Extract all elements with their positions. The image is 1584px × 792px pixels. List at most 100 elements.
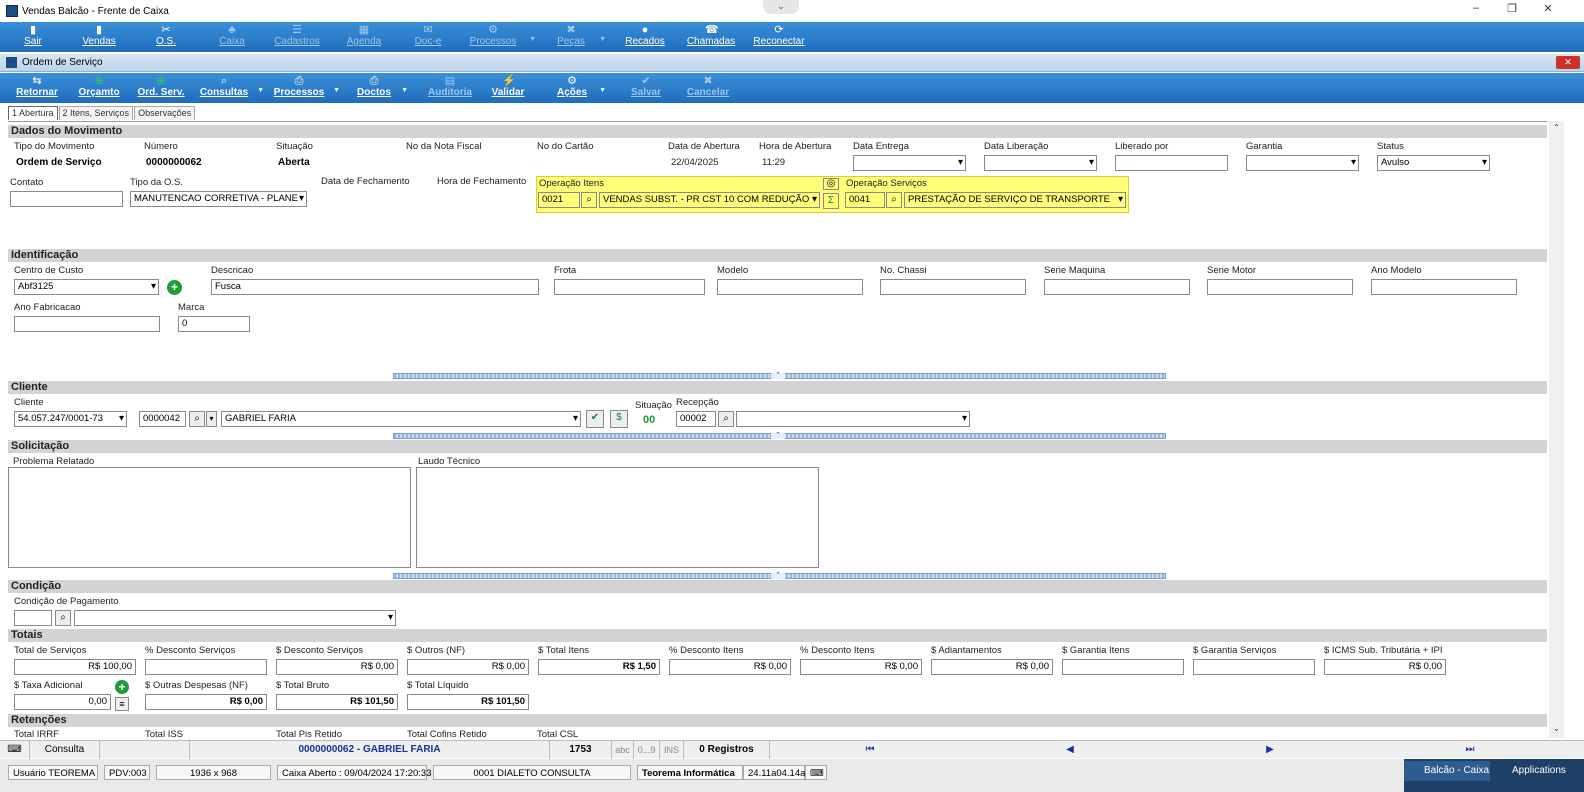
taxa-list-icon[interactable]: ≡ bbox=[115, 697, 129, 711]
recepcao-code-field[interactable]: 00002 bbox=[676, 411, 716, 427]
recepcao-search-icon[interactable]: ⌕ bbox=[718, 411, 734, 427]
vertical-scrollbar[interactable]: ⌃ ⌄ bbox=[1549, 121, 1564, 738]
main-reconectar-button[interactable]: ⟳ Reconectar bbox=[746, 22, 812, 52]
collapse-up-icon[interactable]: ⌃ bbox=[771, 372, 785, 379]
condicao-code-field[interactable] bbox=[14, 610, 52, 626]
subwindow-close-icon[interactable]: ✕ bbox=[1556, 56, 1580, 69]
taxa-adicional-field[interactable]: 0,00 bbox=[14, 694, 111, 710]
operacao-itens-code[interactable]: 0021 bbox=[538, 192, 580, 208]
last-record-icon[interactable]: ⏭ bbox=[1370, 741, 1570, 759]
cliente-dropdown-icon[interactable]: ▾ bbox=[206, 411, 217, 427]
operacao-settings-icon[interactable]: ◎ bbox=[823, 178, 839, 190]
main-vendas-button[interactable]: ▮ Vendas bbox=[75, 22, 123, 52]
frota-field[interactable] bbox=[554, 279, 705, 295]
totais-field-value[interactable] bbox=[145, 659, 267, 675]
tab-itens-servicos[interactable]: 2 Itens, Serviços bbox=[58, 106, 134, 120]
os-salvar-button[interactable]: ✔ Salvar bbox=[626, 73, 666, 103]
task-applications[interactable]: Applications bbox=[1492, 761, 1582, 781]
os-aç-es-button[interactable]: ⚙ Ações ▼ bbox=[552, 73, 606, 103]
centro-custo-select[interactable]: Abf3125 bbox=[14, 279, 159, 295]
liberado-por-field[interactable] bbox=[1115, 155, 1228, 171]
totais-field-value[interactable]: R$ 0,00 bbox=[931, 659, 1053, 675]
add-centro-custo-icon[interactable]: + bbox=[167, 280, 182, 295]
cliente-check-icon[interactable]: ✔ bbox=[586, 410, 604, 428]
dropdown-arrow-icon[interactable]: ▼ bbox=[599, 87, 606, 94]
chassi-field[interactable] bbox=[880, 279, 1026, 295]
condicao-select[interactable] bbox=[74, 610, 396, 626]
totais-field-value[interactable]: R$ 100,00 bbox=[14, 659, 136, 675]
os-orçamto-button[interactable]: ⊕ Orçamto bbox=[74, 73, 124, 103]
data-entrega-field[interactable] bbox=[853, 155, 966, 171]
main-cadastros-button[interactable]: ☰ Cadastros bbox=[268, 22, 326, 52]
tipo-os-select[interactable]: MANUTENCAO CORRETIVA - PLANE bbox=[130, 191, 307, 207]
add-taxa-icon[interactable]: + bbox=[115, 680, 129, 694]
main-peças-button[interactable]: ✖ Peças ▼ bbox=[548, 22, 606, 52]
scroll-down-icon[interactable]: ⌄ bbox=[1549, 724, 1564, 733]
totais-field-value[interactable]: R$ 0,00 bbox=[407, 659, 529, 675]
totais-field-value[interactable]: R$ 0,00 bbox=[1324, 659, 1446, 675]
totais-field-value[interactable]: R$ 1,50 bbox=[538, 659, 660, 675]
serie-maquina-field[interactable] bbox=[1044, 279, 1190, 295]
collapse-caret-icon[interactable]: ⌄ bbox=[763, 0, 799, 14]
problema-relatado-textarea[interactable] bbox=[8, 467, 411, 568]
cliente-cnpj-select[interactable]: 54.057.247/0001-73 bbox=[14, 411, 127, 427]
operacao-servicos-search-icon[interactable]: ⌕ bbox=[886, 192, 902, 208]
tab-observacoes[interactable]: Observações bbox=[134, 106, 196, 120]
close-icon[interactable]: ✕ bbox=[1530, 2, 1566, 15]
status-select[interactable]: Avulso bbox=[1377, 155, 1490, 171]
marca-field[interactable]: 0 bbox=[178, 316, 250, 332]
collapse-up-icon-3[interactable]: ⌃ bbox=[771, 572, 785, 579]
sum-icon[interactable]: Σ bbox=[823, 193, 839, 209]
os-retornar-button[interactable]: ⇆ Retornar bbox=[12, 73, 62, 103]
tab-abertura[interactable]: 1 Abertura bbox=[8, 106, 58, 120]
os-auditoria-button[interactable]: ▤ Auditoria bbox=[422, 73, 478, 103]
totais-field-value[interactable] bbox=[1062, 659, 1184, 675]
main-sair-button[interactable]: ▮ Sair bbox=[10, 22, 56, 52]
main-doc-e-button[interactable]: ✉ Doc-e bbox=[405, 22, 451, 52]
first-record-icon[interactable]: ⏮ bbox=[770, 741, 970, 759]
condicao-search-icon[interactable]: ⌕ bbox=[55, 610, 71, 626]
cliente-search-icon[interactable]: ⌕ bbox=[189, 411, 205, 427]
modelo-field[interactable] bbox=[717, 279, 863, 295]
collapse-up-icon-2[interactable]: ⌃ bbox=[771, 432, 785, 439]
main-agenda-button[interactable]: ▦ Agenda bbox=[338, 22, 390, 52]
main-processos-button[interactable]: ⚙ Processos ▼ bbox=[462, 22, 536, 52]
totais-field-value[interactable] bbox=[1193, 659, 1315, 675]
main-chamadas-button[interactable]: ☎ Chamadas bbox=[682, 22, 740, 52]
ano-modelo-field[interactable] bbox=[1371, 279, 1517, 295]
dropdown-arrow-icon[interactable]: ▼ bbox=[333, 87, 340, 94]
ano-fabricacao-field[interactable] bbox=[14, 316, 160, 332]
scroll-up-icon[interactable]: ⌃ bbox=[1549, 123, 1564, 132]
outras-despesas-field[interactable]: R$ 0,00 bbox=[145, 694, 267, 710]
totais-field-value[interactable]: R$ 0,00 bbox=[800, 659, 922, 675]
total-liquido-field[interactable]: R$ 101,50 bbox=[407, 694, 529, 710]
main-o-s--button[interactable]: ✂ O.S. bbox=[146, 22, 186, 52]
os-validar-button[interactable]: ⚡ Validar bbox=[488, 73, 528, 103]
minimize-icon[interactable]: – bbox=[1458, 2, 1494, 14]
os-processos-button[interactable]: ⎙ Processos ▼ bbox=[272, 73, 340, 103]
main-caixa-button[interactable]: ♣ Caixa bbox=[212, 22, 252, 52]
operacao-servicos-select[interactable]: PRESTAÇÃO DE SERVIÇO DE TRANSPORTE bbox=[904, 192, 1126, 208]
operacao-itens-search-icon[interactable]: ⌕ bbox=[581, 192, 597, 208]
totais-field-value[interactable]: R$ 0,00 bbox=[669, 659, 791, 675]
dropdown-arrow-icon[interactable]: ▼ bbox=[599, 36, 606, 43]
dropdown-arrow-icon[interactable]: ▼ bbox=[257, 87, 264, 94]
descricao-field[interactable]: Fusca bbox=[211, 279, 539, 295]
cliente-nome-select[interactable]: GABRIEL FARIA bbox=[221, 411, 581, 427]
os-cancelar-button[interactable]: ✖ Cancelar bbox=[680, 73, 736, 103]
recepcao-select[interactable] bbox=[736, 411, 970, 427]
totais-field-value[interactable]: R$ 0,00 bbox=[276, 659, 398, 675]
os-doctos-button[interactable]: ⎙ Doctos ▼ bbox=[354, 73, 408, 103]
cliente-codigo-field[interactable]: 0000042 bbox=[139, 411, 186, 427]
task-balcao-caixa[interactable]: Balcão - Caixa bbox=[1404, 761, 1490, 781]
os-ord-serv--button[interactable]: ⊕ Ord. Serv. bbox=[135, 73, 187, 103]
operacao-servicos-code[interactable]: 0041 bbox=[845, 192, 885, 208]
laudo-tecnico-textarea[interactable] bbox=[416, 467, 819, 568]
total-bruto-field[interactable]: R$ 101,50 bbox=[276, 694, 398, 710]
data-liberacao-field[interactable] bbox=[984, 155, 1097, 171]
operacao-itens-select[interactable]: VENDAS SUBST. - PR CST 10 COM REDUÇÃO bbox=[599, 192, 820, 208]
dropdown-arrow-icon[interactable]: ▼ bbox=[529, 36, 536, 43]
garantia-select[interactable] bbox=[1246, 155, 1359, 171]
main-recados-button[interactable]: ● Recados bbox=[620, 22, 670, 52]
serie-motor-field[interactable] bbox=[1207, 279, 1353, 295]
